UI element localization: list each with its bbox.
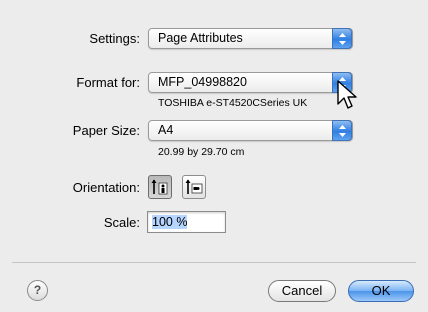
paper-size-label: Paper Size: — [72, 123, 140, 138]
format-popup[interactable]: MFP_04998820 — [148, 72, 353, 93]
settings-popup[interactable]: Page Attributes — [148, 28, 353, 49]
settings-label: Settings: — [89, 31, 140, 46]
scale-label: Scale: — [103, 215, 140, 230]
popup-arrows-icon — [332, 28, 352, 49]
ok-button[interactable]: OK — [348, 280, 414, 302]
orientation-portrait-button[interactable] — [148, 175, 172, 199]
landscape-person-icon — [185, 179, 203, 194]
popup-arrows-icon — [332, 120, 352, 141]
mouse-pointer-icon — [337, 80, 357, 109]
settings-value: Page Attributes — [158, 31, 243, 45]
paper-size-popup[interactable]: A4 — [148, 120, 353, 141]
orientation-label: Orientation: — [72, 180, 140, 195]
scale-value: 100 % — [152, 215, 188, 229]
format-label: Format for: — [76, 75, 140, 90]
cancel-button[interactable]: Cancel — [268, 280, 336, 302]
divider — [12, 262, 416, 263]
portrait-person-icon — [151, 179, 168, 195]
scale-input[interactable]: 100 % — [147, 211, 226, 233]
paper-dimensions: 20.99 by 29.70 cm — [158, 146, 245, 158]
help-button[interactable]: ? — [27, 280, 48, 301]
format-value: MFP_04998820 — [158, 75, 247, 89]
paper-size-value: A4 — [158, 123, 174, 137]
printer-description: TOSHIBA e-ST4520CSeries UK — [158, 97, 308, 109]
orientation-landscape-button[interactable] — [182, 175, 206, 199]
